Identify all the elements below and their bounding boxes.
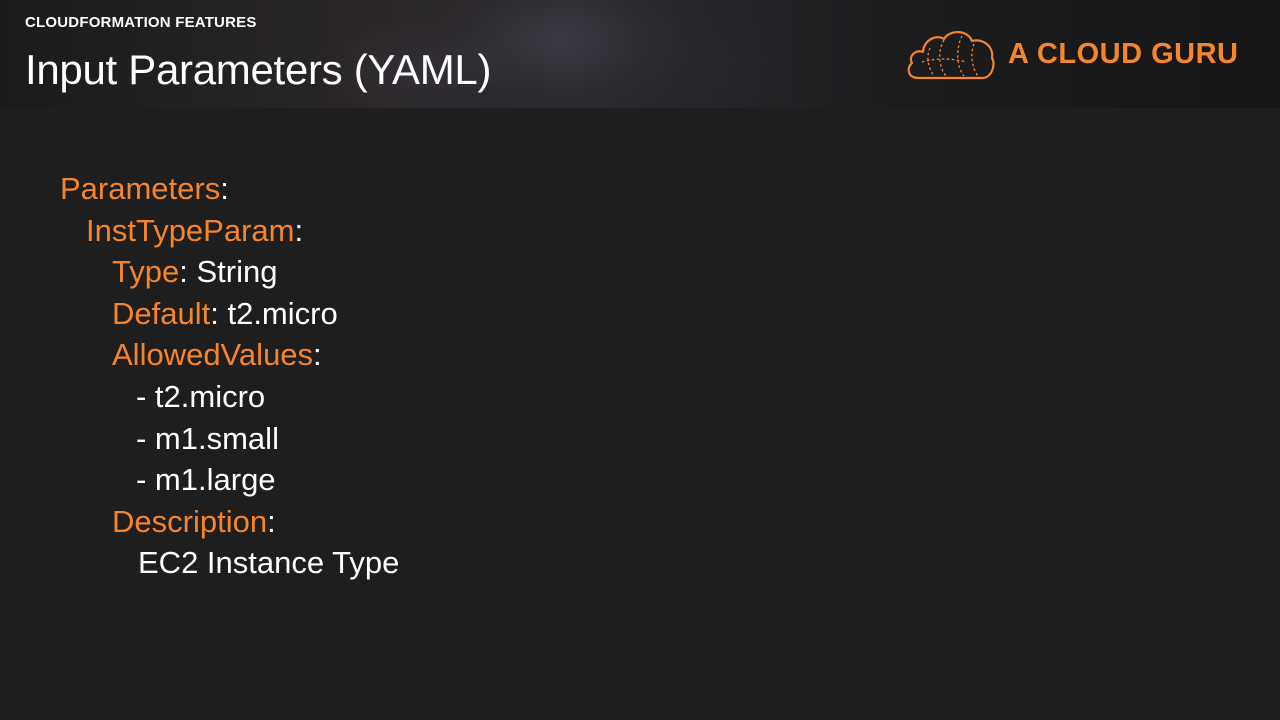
yaml-key: Default (112, 295, 211, 331)
yaml-value: String (196, 254, 278, 290)
section-kicker: CLOUDFORMATION FEATURES (25, 14, 257, 31)
brand-name: A CLOUD GURU (1008, 37, 1239, 70)
slide-header: CLOUDFORMATION FEATURES Input Parameters… (0, 0, 1280, 108)
code-line-description-value: EC2 Instance Type (138, 545, 400, 581)
code-line-type: Type: String (112, 254, 278, 290)
yaml-code-block: Parameters: InstTypeParam: Type: String … (60, 168, 399, 584)
slide: CLOUDFORMATION FEATURES Input Parameters… (0, 0, 1280, 720)
code-line-list-item: - m1.small (136, 420, 279, 456)
yaml-key: Type (112, 254, 180, 290)
code-line-list-item: - t2.micro (136, 378, 266, 414)
code-line-parameters: Parameters: (60, 171, 229, 206)
code-line-description: Description: (112, 503, 276, 539)
yaml-key: AllowedValues (112, 337, 314, 373)
yaml-key: Parameters (60, 171, 221, 206)
yaml-key: Description (112, 503, 268, 539)
code-line-list-item: - m1.large (136, 462, 276, 498)
yaml-value: t2.micro (227, 295, 338, 331)
brand-logo: A CLOUD GURU (904, 26, 1238, 82)
code-line-allowed-values: AllowedValues: (112, 337, 322, 373)
code-line-default: Default: t2.micro (112, 295, 338, 331)
cloud-icon (904, 26, 996, 82)
yaml-key: InstTypeParam (86, 212, 295, 248)
code-line-param-name: InstTypeParam: (86, 212, 304, 248)
slide-title: Input Parameters (YAML) (25, 46, 492, 93)
